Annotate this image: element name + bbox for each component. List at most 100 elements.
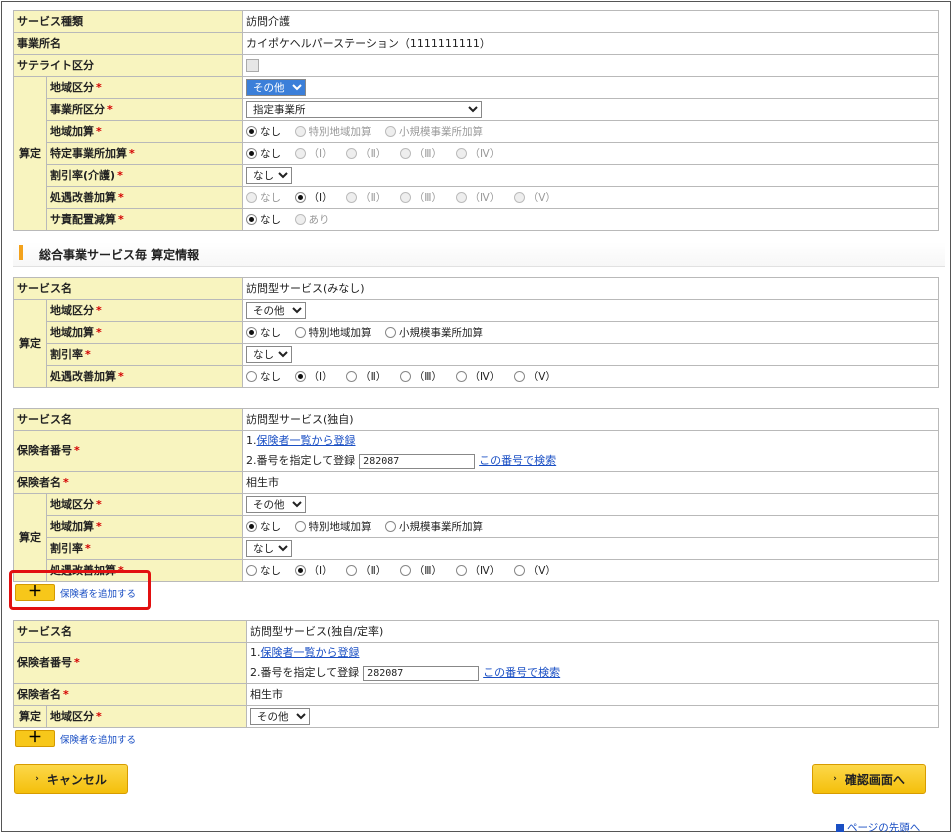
service2-area-none[interactable]: なし xyxy=(246,517,281,537)
section-title: 総合事業サービス毎 算定情報 xyxy=(39,248,200,262)
satellite-label: サテライト区分 xyxy=(13,54,243,77)
chevron-right-icon: › xyxy=(833,774,837,784)
service1-treat-4[interactable]: （Ⅳ） xyxy=(455,367,500,387)
service1-santei-label: 算定 xyxy=(13,299,47,388)
satellite-checkbox[interactable] xyxy=(246,59,259,72)
service1-treat-3[interactable]: （Ⅲ） xyxy=(399,367,442,387)
service2-treat-2[interactable]: （Ⅱ） xyxy=(346,561,386,581)
service2-region-label: 地域区分 * xyxy=(46,493,243,516)
treat-radio-2[interactable]: （Ⅱ） xyxy=(346,188,386,208)
treatment-label: 処遇改善加算 * xyxy=(46,186,243,209)
add-insurer-link-2[interactable]: 保険者を追加する xyxy=(60,732,136,746)
service2-area-small[interactable]: 小規模事業所加算 xyxy=(385,517,483,537)
service1-name-label: サービス名 xyxy=(13,277,243,300)
confirm-button[interactable]: › 確認画面へ xyxy=(812,764,926,794)
santei-label: 算定 xyxy=(13,76,47,231)
sasekihai-label: サ責配置減算 * xyxy=(46,208,243,231)
service1-treat-2[interactable]: （Ⅱ） xyxy=(346,367,386,387)
highlight-annotation xyxy=(9,570,151,610)
treat-radio-4[interactable]: （Ⅳ） xyxy=(455,188,500,208)
service2-table: サービス名 訪問型サービス(独自) 保険者番号 * 1.保険者一覧から登録 2.番… xyxy=(13,408,939,582)
discount-care-label: 割引率(介護) * xyxy=(46,164,243,187)
service2-name-label: サービス名 xyxy=(13,408,243,431)
service3-insurer-no-input[interactable]: 282087 xyxy=(363,665,480,681)
service3-table: サービス名 訪問型サービス(独自/定率) 保険者番号 * 1.保険者一覧から登録 … xyxy=(13,620,939,728)
service2-insurer-no-label: 保険者番号 * xyxy=(13,430,243,472)
special-radio-2[interactable]: （Ⅱ） xyxy=(346,144,386,164)
add-insurer-button-2[interactable]: ＋ xyxy=(15,730,55,747)
service2-treat-1[interactable]: （Ⅰ） xyxy=(294,561,333,581)
service2-discount-select[interactable]: なし xyxy=(246,540,292,557)
treat-radio-1[interactable]: （Ⅰ） xyxy=(294,188,333,208)
service2-santei-label: 算定 xyxy=(13,493,47,582)
area-radio-none[interactable]: なし xyxy=(246,122,281,142)
chevron-right-icon: › xyxy=(35,774,39,784)
service2-insurer-name-value: 相生市 xyxy=(242,471,939,494)
service2-area-special[interactable]: 特別地域加算 xyxy=(294,517,372,537)
service1-name-value: 訪問型サービス(みなし) xyxy=(242,277,939,300)
service2-area-label: 地域加算 * xyxy=(46,515,243,538)
discount-care-select[interactable]: なし xyxy=(246,167,292,184)
special-radio-3[interactable]: （Ⅲ） xyxy=(399,144,442,164)
service2-insurer-no-input[interactable]: 282087 xyxy=(359,453,476,469)
area-add-label: 地域加算 * xyxy=(46,120,243,143)
treat-radio-5[interactable]: （Ⅴ） xyxy=(513,188,556,208)
service2-insurer-list-link[interactable]: 保険者一覧から登録 xyxy=(257,434,356,447)
special-radio-4[interactable]: （Ⅳ） xyxy=(455,144,500,164)
service3-insurer-list-link[interactable]: 保険者一覧から登録 xyxy=(261,646,360,659)
treat-radio-3[interactable]: （Ⅲ） xyxy=(399,188,442,208)
office-name-value: カイポケヘルパーステーション（1111111111） xyxy=(242,32,939,55)
area-radio-special[interactable]: 特別地域加算 xyxy=(294,122,372,142)
service2-discount-label: 割引率 * xyxy=(46,537,243,560)
service2-treat-none[interactable]: なし xyxy=(246,561,281,581)
service3-name-label: サービス名 xyxy=(13,620,247,643)
service1-treat-none[interactable]: なし xyxy=(246,367,281,387)
service1-area-small[interactable]: 小規模事業所加算 xyxy=(385,323,483,343)
cancel-button[interactable]: › キャンセル xyxy=(14,764,128,794)
service1-area-special[interactable]: 特別地域加算 xyxy=(294,323,372,343)
area-radio-small[interactable]: 小規模事業所加算 xyxy=(385,122,483,142)
service1-discount-label: 割引率 * xyxy=(46,343,243,366)
service3-region-label: 地域区分 * xyxy=(46,705,247,728)
service2-treat-4[interactable]: （Ⅳ） xyxy=(455,561,500,581)
office-class-select[interactable]: 指定事業所 xyxy=(246,101,482,118)
service1-region-select[interactable]: その他 xyxy=(246,302,306,319)
service1-table: サービス名 訪問型サービス(みなし) 算定 地域区分 * その他 地域加算 * なし… xyxy=(13,277,939,388)
service2-insurer-name-label: 保険者名 * xyxy=(13,471,243,494)
region-select[interactable]: その他 xyxy=(246,79,306,96)
heading-accent-bar xyxy=(19,245,23,260)
service-type-value: 訪問介護 xyxy=(242,10,939,33)
sasekihai-radio-yes[interactable]: あり xyxy=(294,210,330,230)
service2-treat-5[interactable]: （Ⅴ） xyxy=(513,561,556,581)
special-office-label: 特定事業所加算 * xyxy=(46,142,243,165)
service1-treat-1[interactable]: （Ⅰ） xyxy=(294,367,333,387)
service3-insurer-no-label: 保険者番号 * xyxy=(13,642,247,684)
office-name-label: 事業所名 xyxy=(13,32,243,55)
service2-search-link[interactable]: この番号で検索 xyxy=(479,454,556,467)
special-radio-none[interactable]: なし xyxy=(246,144,281,164)
add-insurer-row-2: ＋ 保険者を追加する xyxy=(15,730,136,747)
arrow-up-icon xyxy=(836,824,844,832)
sasekihai-radio-none[interactable]: なし xyxy=(246,210,281,230)
service1-treat-label: 処遇改善加算 * xyxy=(46,365,243,388)
service2-region-select[interactable]: その他 xyxy=(246,496,306,513)
office-settings-table: サービス種類 訪問介護 事業所名 カイポケヘルパーステーション（11111111… xyxy=(13,10,939,231)
special-radio-1[interactable]: （Ⅰ） xyxy=(294,144,333,164)
service1-area-label: 地域加算 * xyxy=(46,321,243,344)
service3-name-value: 訪問型サービス(独自/定率) xyxy=(246,620,939,643)
service1-treat-5[interactable]: （Ⅴ） xyxy=(513,367,556,387)
service2-name-value: 訪問型サービス(独自) xyxy=(242,408,939,431)
service3-insurer-name-label: 保険者名 * xyxy=(13,683,247,706)
service1-region-label: 地域区分 * xyxy=(46,299,243,322)
service2-treat-3[interactable]: （Ⅲ） xyxy=(399,561,442,581)
treat-radio-none[interactable]: なし xyxy=(246,188,281,208)
region-label: 地域区分 * xyxy=(46,76,243,99)
service3-insurer-name-value: 相生市 xyxy=(246,683,939,706)
service1-discount-select[interactable]: なし xyxy=(246,346,292,363)
service3-search-link[interactable]: この番号で検索 xyxy=(483,666,560,679)
service3-region-select[interactable]: その他 xyxy=(250,708,310,725)
service3-santei-label: 算定 xyxy=(13,705,47,728)
office-class-label: 事業所区分 * xyxy=(46,98,243,121)
service1-area-none[interactable]: なし xyxy=(246,323,281,343)
service-type-label: サービス種類 xyxy=(13,10,243,33)
